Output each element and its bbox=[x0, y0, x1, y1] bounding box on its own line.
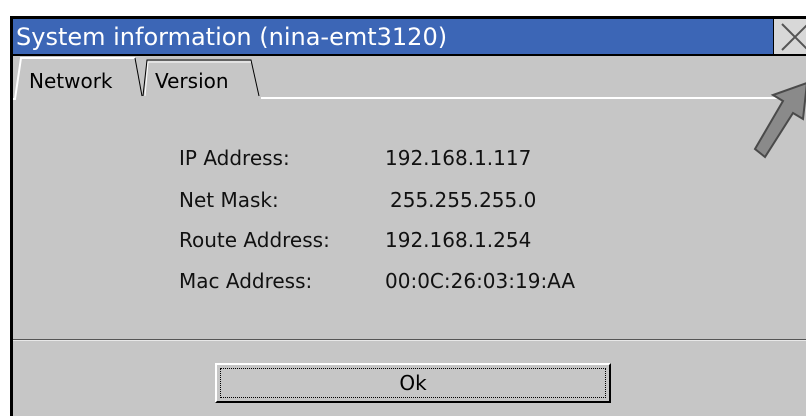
tab-version[interactable]: Version bbox=[141, 56, 265, 98]
window-title: System information (nina-emt3120) bbox=[16, 23, 448, 51]
system-info-dialog: System information (nina-emt3120) Versio… bbox=[10, 16, 806, 416]
network-info-panel: IP Address: 192.168.1.117 Net Mask: 255.… bbox=[13, 101, 806, 339]
title-bar[interactable]: System information (nina-emt3120) bbox=[13, 19, 773, 56]
tab-network[interactable]: Network bbox=[13, 56, 143, 100]
route-address-row: Route Address: 192.168.1.254 bbox=[13, 225, 806, 255]
ip-address-label: IP Address: bbox=[179, 146, 290, 170]
mac-address-label: Mac Address: bbox=[179, 269, 313, 293]
route-address-label: Route Address: bbox=[179, 228, 330, 252]
mac-address-value: 00:0C:26:03:19:AA bbox=[385, 269, 576, 293]
net-mask-value: 255.255.255.0 bbox=[390, 188, 537, 212]
net-mask-label: Net Mask: bbox=[179, 188, 279, 212]
close-icon bbox=[781, 23, 806, 51]
net-mask-row: Net Mask: 255.255.255.0 bbox=[13, 185, 806, 215]
tab-bar: Version Network bbox=[13, 56, 806, 101]
footer-separator-highlight bbox=[13, 340, 806, 341]
tab-baseline bbox=[261, 97, 806, 99]
route-address-value: 192.168.1.254 bbox=[385, 228, 532, 252]
ok-button-label: Ok bbox=[399, 371, 427, 395]
tab-network-label: Network bbox=[29, 69, 113, 93]
tab-version-label: Version bbox=[155, 69, 229, 93]
ok-button[interactable]: Ok bbox=[215, 363, 611, 403]
ip-address-value: 192.168.1.117 bbox=[385, 146, 532, 170]
mac-address-row: Mac Address: 00:0C:26:03:19:AA bbox=[13, 266, 806, 296]
close-button[interactable] bbox=[773, 19, 806, 56]
ip-address-row: IP Address: 192.168.1.117 bbox=[13, 143, 806, 173]
